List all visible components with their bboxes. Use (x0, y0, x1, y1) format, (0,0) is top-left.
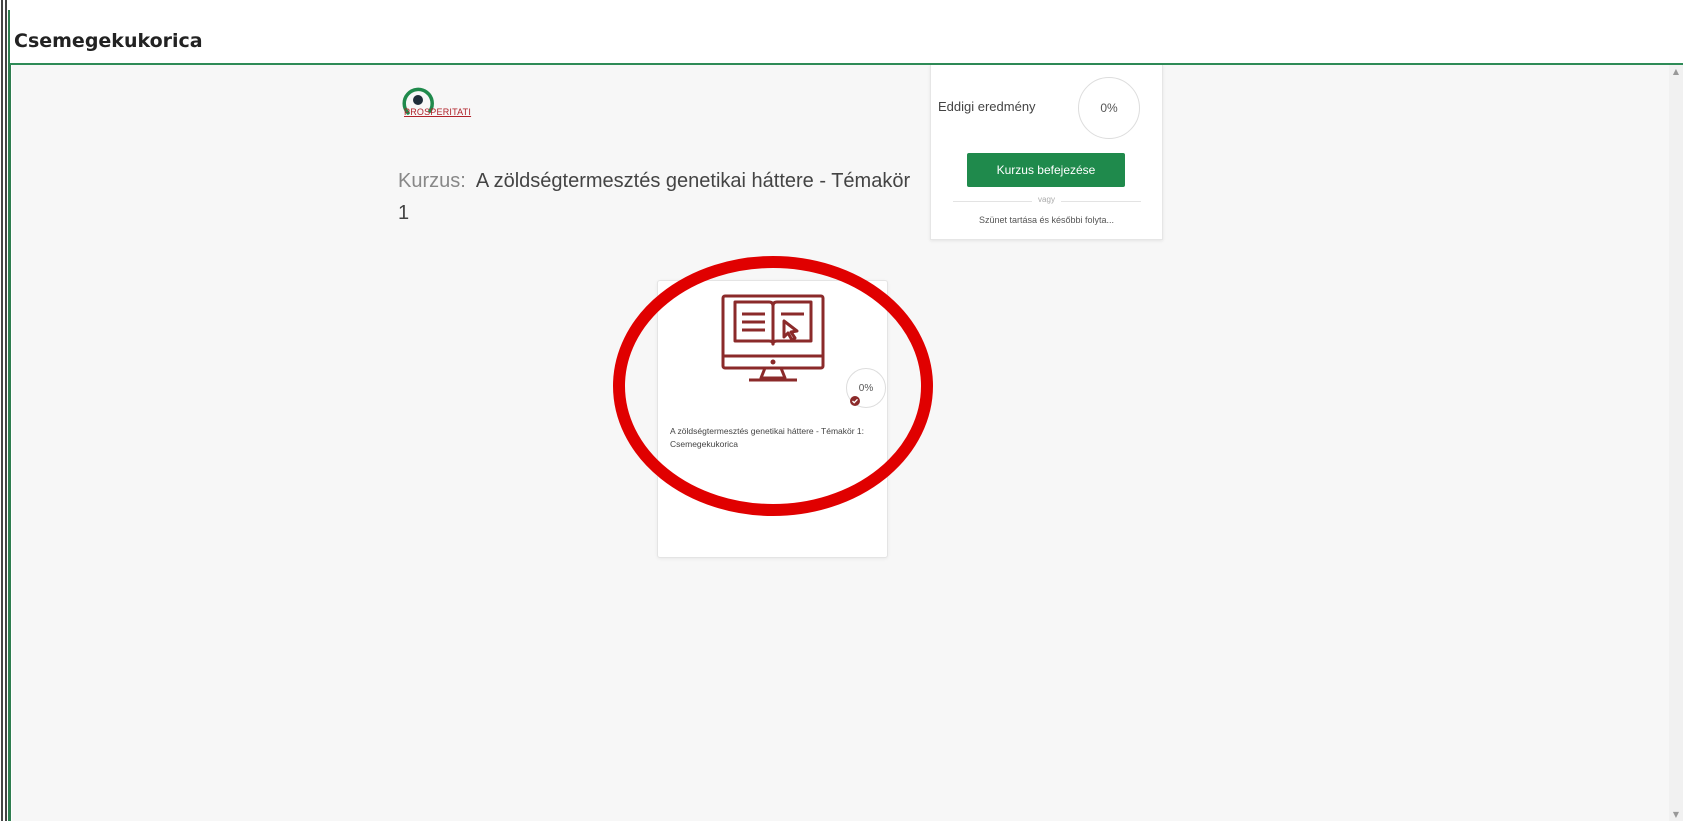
finish-course-button[interactable]: Kurzus befejezése (967, 153, 1125, 187)
logo-text: PROSPERITATI (404, 107, 472, 117)
monitor-book-icon (721, 294, 825, 382)
page-header: Csemegekukorica (10, 0, 1683, 65)
or-divider-label: vagy (931, 195, 1162, 204)
module-card[interactable]: 0% A zöldségtermesztés genetikai háttere… (657, 280, 888, 558)
check-icon (850, 396, 860, 406)
module-title: A zöldségtermesztés genetikai háttere - … (670, 426, 865, 449)
course-label: Kurzus: (398, 170, 466, 192)
page-title: Csemegekukorica (14, 30, 203, 52)
course-name: A zöldségtermesztés genetikai háttere - … (398, 170, 911, 224)
score-progress-circle: 0% (1078, 77, 1140, 139)
pause-continue-later-link[interactable]: Szünet tartása és későbbi folyta... (931, 215, 1162, 225)
course-title: Kurzus: A zöldségtermesztés genetikai hát… (398, 165, 918, 229)
vertical-scrollbar[interactable]: ▲ ▼ (1669, 65, 1683, 821)
score-panel: Eddigi eredmény 0% Kurzus befejezése vag… (930, 65, 1163, 240)
score-label: Eddigi eredmény (938, 99, 1036, 114)
window-left-edge (0, 0, 11, 821)
scroll-up-arrow-icon[interactable]: ▲ (1669, 67, 1683, 76)
scroll-down-arrow-icon[interactable]: ▼ (1669, 810, 1683, 819)
